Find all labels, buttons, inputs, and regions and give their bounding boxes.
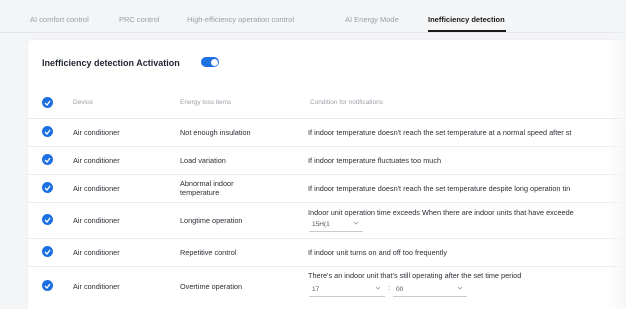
device-cell: Air conditioner <box>73 156 120 165</box>
tab-high-efficiency-operation-control[interactable]: High-efficiency operation control <box>187 15 294 24</box>
activation-label: Inefficiency detection Activation <box>42 58 180 68</box>
condition-cell: Indoor unit operation time exceeds When … <box>308 208 574 217</box>
row-checkbox[interactable] <box>42 280 53 291</box>
check-icon <box>44 129 51 135</box>
check-icon <box>44 283 51 289</box>
tab-bar: AI comfort control PRC control High-effi… <box>0 0 626 33</box>
check-icon <box>44 249 51 255</box>
check-icon <box>44 157 51 163</box>
table-row: Air conditioner Overtime operation There… <box>28 266 626 306</box>
chevron-down-icon <box>353 221 359 225</box>
condition-cell: If indoor unit turns on and off too freq… <box>308 248 448 257</box>
chevron-down-icon <box>375 286 381 290</box>
row-checkbox[interactable] <box>42 246 53 257</box>
row-checkbox[interactable] <box>42 154 53 165</box>
minute-value: 00 <box>396 286 404 293</box>
energy-loss-item-cell: Not enough insulation <box>180 128 251 137</box>
right-edge-fade <box>606 0 626 309</box>
activation-toggle[interactable] <box>201 57 219 67</box>
select-all-checkbox[interactable] <box>42 97 53 108</box>
condition-cell: If indoor temperature doesn't reach the … <box>308 184 571 193</box>
table-row: Air conditioner Longtime operation Indoo… <box>28 202 626 239</box>
inefficiency-detection-page: AI comfort control PRC control High-effi… <box>0 0 626 309</box>
condition-cell: If indoor temperature fluctuates too muc… <box>308 156 442 165</box>
header-energy-loss-items: Energy loss items <box>180 99 232 106</box>
operation-time-select[interactable]: 15H(1 <box>309 218 363 232</box>
row-checkbox[interactable] <box>42 126 53 137</box>
device-cell: Air conditioner <box>73 184 120 193</box>
hour-select[interactable]: 17 <box>309 283 385 297</box>
tab-ai-energy-mode[interactable]: AI Energy Mode <box>345 15 399 24</box>
active-tab-indicator <box>428 30 506 32</box>
energy-loss-item-cell: Load variation <box>180 156 226 165</box>
hour-value: 17 <box>312 286 320 293</box>
row-checkbox[interactable] <box>42 214 53 225</box>
energy-loss-item-cell: Abnormal indoor temperature <box>180 179 234 197</box>
condition-cell: If indoor temperature doesn't reach the … <box>308 128 572 137</box>
row-checkbox[interactable] <box>42 182 53 193</box>
tab-ai-comfort-control[interactable]: AI comfort control <box>30 15 89 24</box>
device-cell: Air conditioner <box>73 248 120 257</box>
tab-prc-control[interactable]: PRC control <box>119 15 159 24</box>
toggle-knob <box>210 58 218 66</box>
device-cell: Air conditioner <box>73 128 120 137</box>
header-device: Device <box>73 99 93 106</box>
header-condition-for-notifications: Condition for notifications <box>310 99 383 106</box>
operation-time-value: 15H(1 <box>312 221 330 228</box>
chevron-down-icon <box>457 286 463 290</box>
table-row: Air conditioner Load variation If indoor… <box>28 146 626 175</box>
minute-select[interactable]: 00 <box>393 283 467 297</box>
table-row: Air conditioner Repetitive control If in… <box>28 238 626 267</box>
check-icon <box>44 100 51 106</box>
device-cell: Air conditioner <box>73 216 120 225</box>
tab-inefficiency-detection[interactable]: Inefficiency detection <box>428 15 505 24</box>
table-row: Air conditioner Not enough insulation If… <box>28 118 626 147</box>
check-icon <box>44 217 51 223</box>
energy-loss-item-cell: Repetitive control <box>180 248 237 257</box>
energy-loss-item-cell: Overtime operation <box>180 282 243 291</box>
time-separator: : <box>388 285 390 292</box>
table-header: Device Energy loss items Condition for n… <box>28 88 626 119</box>
check-icon <box>44 185 51 191</box>
device-cell: Air conditioner <box>73 282 120 291</box>
energy-loss-item-cell: Longtime operation <box>180 216 243 225</box>
table-row: Air conditioner Abnormal indoor temperat… <box>28 174 626 203</box>
condition-cell: There's an indoor unit that's still oper… <box>308 271 522 280</box>
